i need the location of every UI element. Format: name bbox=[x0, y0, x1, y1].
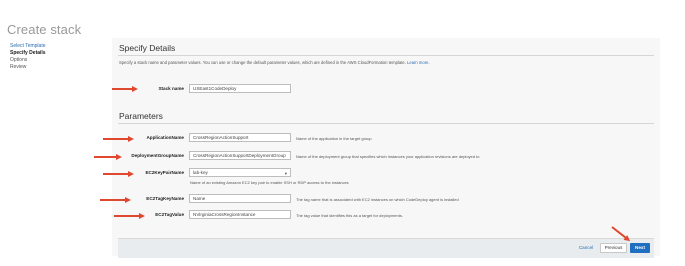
specify-details-title: Specify Details bbox=[119, 43, 176, 53]
page-title: Create stack bbox=[7, 22, 82, 37]
ec2-key-pair-name-hint: Name of an existing Amazon EC2 key pair … bbox=[190, 180, 349, 185]
ec2-tag-value-hint: The tag value that identifies this as a … bbox=[296, 213, 403, 218]
cancel-button[interactable]: Cancel bbox=[577, 243, 595, 253]
application-name-label: ApplicationName bbox=[146, 135, 184, 140]
form-panel bbox=[112, 38, 660, 256]
ec2-tag-key-name-input[interactable]: Name bbox=[189, 194, 291, 203]
previous-button[interactable]: Previous bbox=[600, 243, 627, 253]
ec2-tag-value-input[interactable]: NVirginiaCrossRegionInstance bbox=[189, 210, 291, 219]
deployment-group-name-label: DeploymentGroupName bbox=[131, 153, 184, 158]
application-name-input[interactable]: CrossRegionActionSupport bbox=[189, 133, 291, 142]
divider bbox=[118, 55, 654, 56]
stack-name-input[interactable]: USEast1CodeDeploy bbox=[189, 84, 291, 93]
deployment-group-name-hint: Name of the deployment group that specif… bbox=[296, 154, 480, 159]
description-text: Specify a stack name and parameter value… bbox=[119, 60, 406, 65]
application-name-hint: Name of the application in the target gr… bbox=[296, 136, 372, 141]
parameters-title: Parameters bbox=[119, 111, 163, 121]
details-description: Specify a stack name and parameter value… bbox=[119, 60, 430, 65]
ec2-key-pair-name-label: EC2KeyPairName bbox=[145, 170, 184, 175]
nav-step-options: Options bbox=[10, 57, 28, 63]
chevron-down-icon: ▾ bbox=[284, 171, 287, 176]
stack-name-label: Stack name bbox=[158, 86, 184, 91]
selected-value: lab-key bbox=[193, 170, 208, 175]
deployment-group-name-input[interactable]: CrossRegionActionSupportDeploymentGroup bbox=[189, 151, 291, 160]
learn-more-link[interactable]: Learn more. bbox=[407, 60, 430, 65]
ec2-tag-key-name-label: EC2TagKeyName bbox=[146, 196, 184, 201]
next-button[interactable]: Next bbox=[630, 243, 650, 253]
divider bbox=[118, 123, 654, 124]
ec2-tag-value-label: EC2TagValue bbox=[155, 212, 184, 217]
ec2-tag-key-name-hint: The tag name that is associated with EC2… bbox=[296, 197, 459, 202]
nav-step-specify-details[interactable]: Specify Details bbox=[10, 50, 100, 57]
ec2-key-pair-name-select[interactable]: lab-key ▾ bbox=[189, 168, 291, 177]
nav-step-review: Review bbox=[10, 64, 27, 70]
wizard-steps-nav: Select Template Specify Details Options … bbox=[10, 43, 100, 71]
nav-step-select-template[interactable]: Select Template bbox=[10, 43, 100, 50]
wizard-footer bbox=[118, 238, 654, 258]
